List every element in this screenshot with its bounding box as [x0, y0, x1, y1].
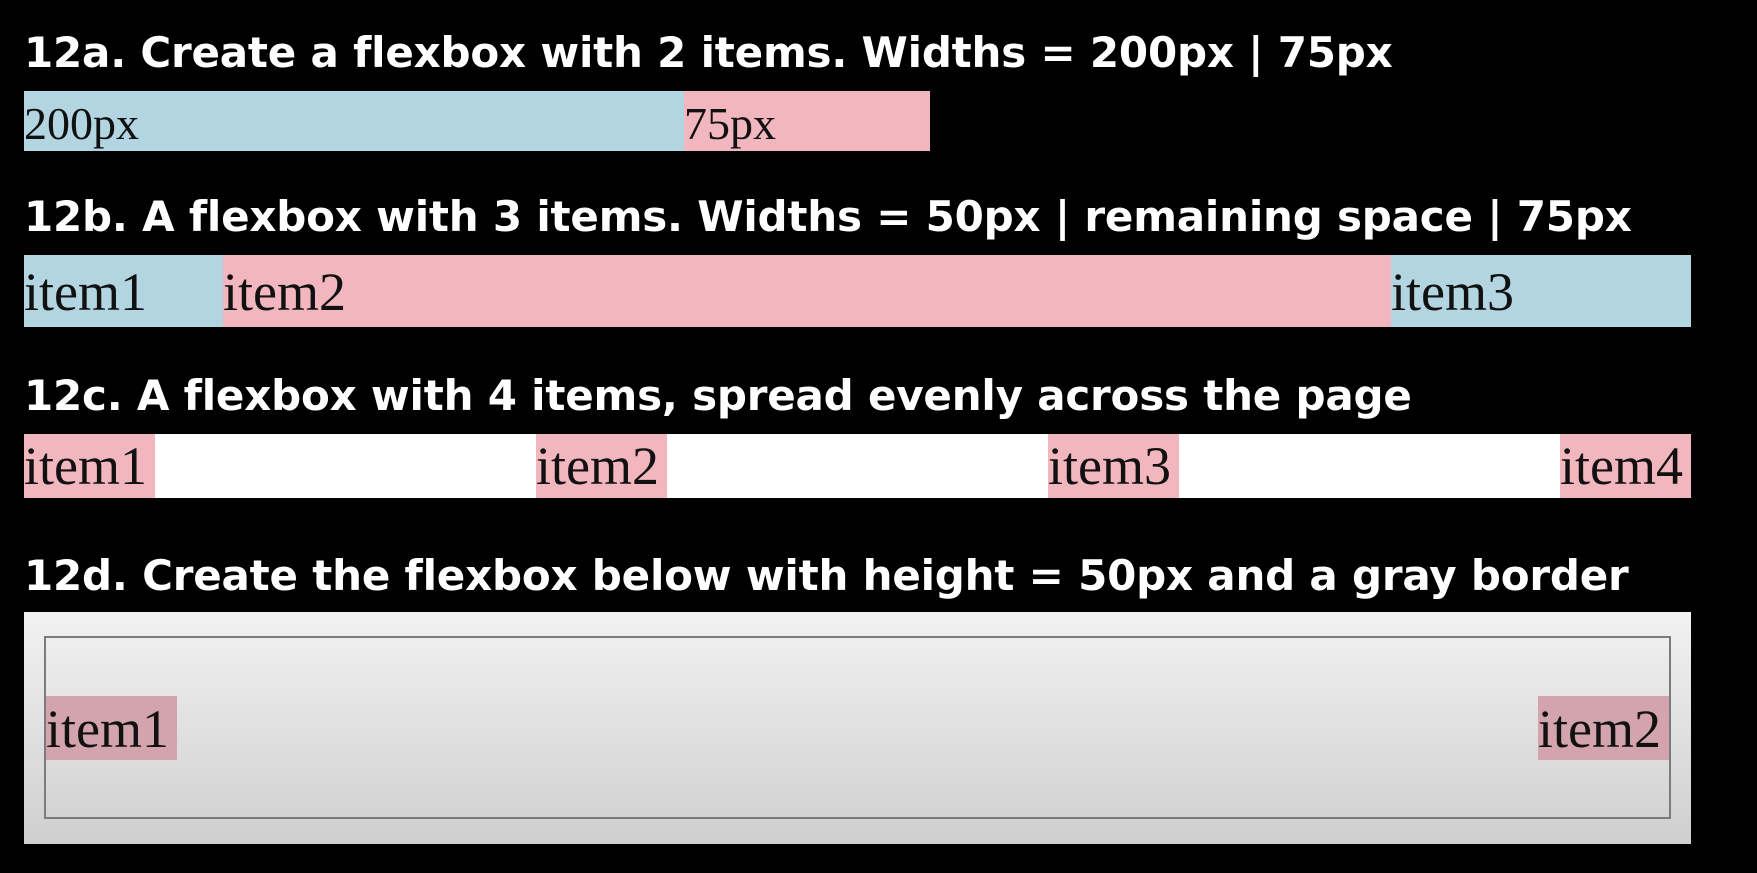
flex-item-4: item4 [1560, 434, 1691, 498]
flex-item-3: item3 [1391, 255, 1691, 327]
flex-item-2: item2 [1538, 695, 1669, 760]
flex-item-1: item1 [24, 255, 223, 327]
flex-item-75px: 75px [684, 91, 930, 151]
exercise-12a-heading: 12a. Create a flexbox with 2 items. Widt… [24, 28, 1393, 77]
flex-item-2: item2 [223, 255, 1391, 327]
flex-item-3: item3 [1048, 434, 1179, 498]
exercise-12d-heading: 12d. Create the flexbox below with heigh… [24, 551, 1629, 600]
flexbox-12d-panel: item1 item2 [24, 612, 1691, 844]
exercise-12b-heading: 12b. A flexbox with 3 items. Widths = 50… [24, 192, 1632, 241]
exercise-12c-heading: 12c. A flexbox with 4 items, spread even… [24, 371, 1412, 420]
flex-item-200px: 200px [24, 91, 684, 151]
flexbox-12a: 200px 75px [24, 91, 930, 151]
flex-item-2: item2 [536, 434, 667, 498]
flexbox-12b: item1 item2 item3 [24, 255, 1691, 327]
flexbox-12c: item1 item2 item3 item4 [24, 434, 1691, 498]
flex-item-1: item1 [24, 434, 155, 498]
flex-item-1: item1 [46, 695, 177, 760]
flexbox-12d: item1 item2 [44, 636, 1671, 819]
